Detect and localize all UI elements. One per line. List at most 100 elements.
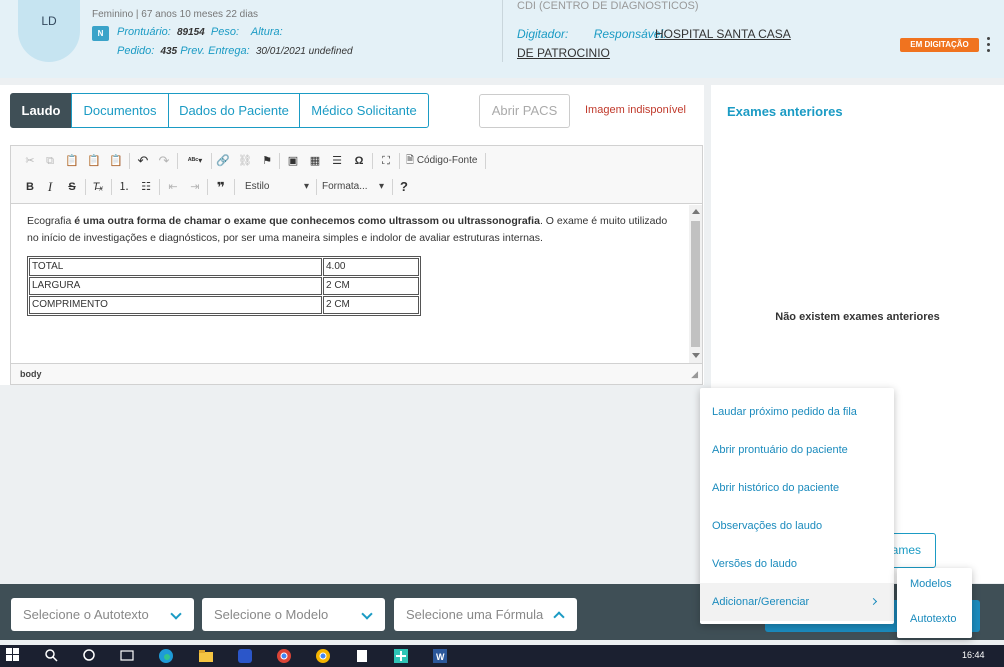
- search-icon[interactable]: [44, 648, 60, 664]
- tab-medico-solicitante[interactable]: Médico Solicitante: [299, 93, 429, 128]
- patient-demographics: Feminino | 67 anos 10 meses 22 dias: [92, 9, 259, 20]
- pedido-value: 435: [160, 46, 178, 57]
- prev-entrega-value: 30/01/2021 undefined: [255, 46, 353, 57]
- chrome-icon[interactable]: [276, 648, 292, 664]
- editor-toolbar: ✂ ⧉ 📋 📋 📋 ↶ ↷ ᴬᴮᶜ▾ 🔗 ⛓ ⚑ ▣ ▦ ☰ Ω ⛶ 🗎 Cód…: [11, 146, 702, 204]
- menu-item-abrir-prontuario[interactable]: Abrir prontuário do paciente: [700, 431, 894, 469]
- taskbar-clock: 16:44: [962, 650, 985, 660]
- formula-select[interactable]: Selecione uma Fórmula: [394, 598, 577, 631]
- autotexto-select[interactable]: Selecione o Autotexto: [11, 598, 194, 631]
- toolbar-separator: [129, 153, 130, 169]
- bold-icon[interactable]: B: [23, 179, 37, 195]
- responsavel-value-line1[interactable]: HOSPITAL SANTA CASA: [655, 27, 791, 41]
- table-row: TOTAL 4.00: [29, 258, 419, 276]
- help-icon[interactable]: ?: [397, 179, 411, 195]
- italic-icon[interactable]: I: [43, 179, 57, 195]
- toolbar-separator: [485, 153, 486, 169]
- actions-menu: Laudar próximo pedido da fila Abrir pron…: [700, 388, 894, 624]
- menu-item-observacoes[interactable]: Observações do laudo: [700, 507, 894, 545]
- indent-icon[interactable]: ⇥: [188, 179, 202, 195]
- redo-icon[interactable]: ↷: [157, 153, 171, 169]
- image-icon[interactable]: ▣: [286, 153, 300, 169]
- app-icon[interactable]: [237, 648, 253, 664]
- measurements-table: TOTAL 4.00 LARGURA 2 CM COMPRIMENTO 2 CM: [27, 256, 421, 316]
- menu-item-versoes[interactable]: Versões do laudo: [700, 545, 894, 583]
- menu-item-adicionar-gerenciar[interactable]: Adicionar/Gerenciar: [700, 583, 894, 621]
- resize-handle-icon[interactable]: ◢: [691, 369, 698, 380]
- medical-app-icon[interactable]: [393, 648, 409, 664]
- remove-format-icon[interactable]: T̶ₓ: [91, 179, 105, 195]
- header-divider: [502, 0, 503, 62]
- toolbar-separator: [279, 153, 280, 169]
- link-icon[interactable]: 🔗: [216, 153, 230, 169]
- task-view-icon[interactable]: [120, 648, 136, 664]
- paste-text-icon[interactable]: 📋: [87, 153, 101, 169]
- adicionar-submenu: Modelos Autotexto: [897, 568, 972, 638]
- numbered-list-icon[interactable]: ⒈: [117, 179, 131, 195]
- blockquote-icon[interactable]: ❞: [214, 179, 228, 195]
- unlink-icon[interactable]: ⛓: [238, 153, 252, 169]
- toolbar-separator: [85, 179, 86, 195]
- table-row: COMPRIMENTO 2 CM: [29, 296, 419, 314]
- chevron-down-icon: [170, 608, 182, 620]
- prontuario-value: 89154: [176, 27, 205, 38]
- rich-text-editor: ✂ ⧉ 📋 📋 📋 ↶ ↷ ᴬᴮᶜ▾ 🔗 ⛓ ⚑ ▣ ▦ ☰ Ω ⛶ 🗎 Cód…: [10, 145, 703, 385]
- chevron-down-icon: ▾: [303, 181, 309, 192]
- image-unavailable-notice: Imagem indisponível: [585, 104, 686, 116]
- file-explorer-icon[interactable]: [198, 648, 214, 664]
- tab-dados-paciente[interactable]: Dados do Paciente: [168, 93, 300, 128]
- paste-icon[interactable]: 📋: [65, 153, 79, 169]
- submenu-item-autotexto[interactable]: Autotexto: [910, 613, 956, 625]
- menu-item-laudar-proximo[interactable]: Laudar próximo pedido da fila: [700, 393, 894, 431]
- responsavel-value-line2[interactable]: DE PATROCINIO: [517, 46, 610, 60]
- submenu-item-modelos[interactable]: Modelos: [910, 578, 952, 590]
- scroll-thumb[interactable]: [691, 221, 700, 347]
- toolbar-separator: [111, 179, 112, 195]
- toolbar-separator: [234, 179, 235, 195]
- scroll-up-icon[interactable]: [692, 209, 700, 214]
- menu-item-abrir-historico[interactable]: Abrir histórico do paciente: [700, 469, 894, 507]
- special-char-icon[interactable]: Ω: [352, 153, 366, 169]
- editor-scrollbar[interactable]: [689, 205, 702, 363]
- abrir-pacs-button[interactable]: Abrir PACS: [479, 94, 570, 128]
- tab-documentos[interactable]: Documentos: [71, 93, 169, 128]
- avatar: LD: [18, 0, 80, 62]
- cut-icon[interactable]: ✂: [23, 153, 37, 169]
- tab-laudo[interactable]: Laudo: [10, 93, 72, 128]
- app-icon[interactable]: [354, 648, 370, 664]
- chevron-down-icon: ▾: [378, 181, 384, 192]
- format-combo[interactable]: Formata... ▾: [322, 179, 384, 195]
- cortana-icon[interactable]: [82, 648, 98, 664]
- style-combo[interactable]: Estilo ▾: [245, 179, 309, 195]
- maximize-icon[interactable]: ⛶: [379, 153, 393, 169]
- modelo-select[interactable]: Selecione o Modelo: [202, 598, 385, 631]
- patient-type-badge: N: [92, 26, 109, 41]
- report-paragraph: Ecografia é uma outra forma de chamar o …: [27, 215, 668, 244]
- scroll-down-icon[interactable]: [692, 353, 700, 358]
- table-icon[interactable]: ▦: [308, 153, 322, 169]
- word-icon[interactable]: W: [432, 648, 448, 664]
- undo-icon[interactable]: ↶: [136, 153, 150, 169]
- outdent-icon[interactable]: ⇤: [166, 179, 180, 195]
- spellcheck-icon[interactable]: ᴬᴮᶜ▾: [184, 153, 206, 169]
- editor-content[interactable]: Ecografia é uma outra forma de chamar o …: [11, 205, 689, 363]
- edge-browser-icon[interactable]: [158, 648, 174, 664]
- anchor-flag-icon[interactable]: ⚑: [260, 153, 274, 169]
- patient-row-1: Prontuário: 89154 Peso: Altura:: [117, 26, 283, 38]
- chrome-active-icon[interactable]: [315, 648, 331, 664]
- more-options-icon[interactable]: [985, 37, 993, 53]
- toolbar-separator: [316, 179, 317, 195]
- strikethrough-icon[interactable]: S: [65, 179, 79, 195]
- source-code-button[interactable]: 🗎 Código-Fonte: [406, 153, 488, 169]
- toolbar-separator: [399, 153, 400, 169]
- bullet-list-icon[interactable]: ☷: [139, 179, 153, 195]
- windows-start-icon[interactable]: [6, 648, 22, 664]
- copy-icon[interactable]: ⧉: [43, 153, 57, 169]
- toolbar-separator: [392, 179, 393, 195]
- toolbar-separator: [211, 153, 212, 169]
- paste-word-icon[interactable]: 📋: [109, 153, 123, 169]
- horizontal-rule-icon[interactable]: ☰: [330, 153, 344, 169]
- toolbar-separator: [159, 179, 160, 195]
- chevron-up-icon: [553, 611, 565, 623]
- patient-row-2: Pedido: 435 Prev. Entrega: 30/01/2021 un…: [117, 45, 353, 57]
